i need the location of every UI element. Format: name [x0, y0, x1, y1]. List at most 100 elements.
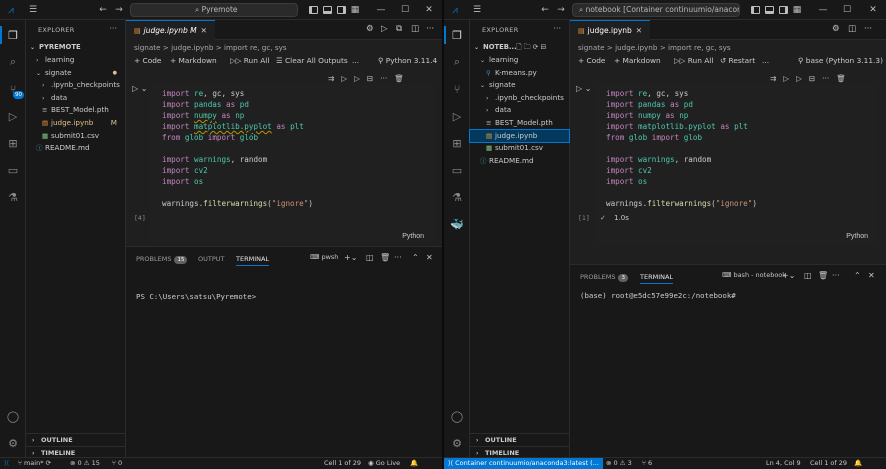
outline-section[interactable]: › OUTLINE	[26, 433, 125, 445]
delete-cell-icon[interactable]: 🗑	[836, 74, 846, 83]
maximize-panel-icon[interactable]: ⌃	[412, 253, 419, 262]
cursor-position[interactable]: Ln 4, Col 9	[766, 458, 801, 469]
run-all-button[interactable]: ▷▷ Run All	[674, 54, 713, 68]
file-tree-item[interactable]: ≡ BEST_Model.pth	[470, 117, 569, 129]
docker-icon[interactable]: 🐳	[449, 216, 465, 232]
ports-status[interactable]: ⑂ 0	[112, 458, 122, 469]
code-editor[interactable]: import re, gc, sys import pandas as pd imp…	[150, 84, 434, 244]
forward-arrow-icon[interactable]: →	[554, 3, 568, 17]
problems-status[interactable]: ⊗ 0 ⚠ 3	[606, 458, 632, 469]
close-panel-icon[interactable]: ✕	[868, 271, 875, 280]
more-icon[interactable]: ···	[822, 74, 829, 83]
run-all-button[interactable]: ▷▷ Run All	[230, 54, 269, 68]
close-tab-icon[interactable]: ✕	[201, 26, 207, 35]
close-tab-icon[interactable]: ✕	[636, 26, 642, 35]
file-tree-item[interactable]: › learning	[26, 54, 125, 66]
testing-icon[interactable]: ⚗	[449, 189, 465, 205]
breadcrumb[interactable]: signate > judge.ipynb > import re, gc, s…	[134, 42, 442, 53]
tab-terminal[interactable]: TERMINAL	[640, 271, 674, 284]
breadcrumb[interactable]: signate > judge.ipynb > import re, gc, s…	[578, 42, 886, 53]
more-actions-icon[interactable]: ···	[109, 24, 117, 33]
toggle-sidebar-icon[interactable]	[306, 3, 320, 17]
file-tree-item[interactable]: › .ipynb_checkpoints	[470, 92, 569, 104]
new-folder-icon[interactable]: 🗀	[524, 43, 531, 51]
run-cell-button[interactable]: ▷ ⌄	[576, 84, 591, 93]
manage-gear-icon[interactable]: ⚙	[449, 435, 465, 451]
file-tree-item[interactable]: ⓘ README.md	[470, 155, 569, 167]
run-debug-icon[interactable]: ▷	[449, 108, 465, 124]
add-code-cell-button[interactable]: + Code	[578, 54, 605, 68]
delete-cell-icon[interactable]: 🗑	[394, 74, 404, 83]
workspace-root[interactable]: ⌄ NOTEB... 🗋 🗀 ⟳ ⊟	[470, 41, 569, 53]
file-tree-item[interactable]: ▦ submit01.csv	[470, 142, 569, 154]
remote-container-indicator[interactable]: ⟩⟨ Container continuumio/anaconda3:lates…	[444, 458, 603, 469]
tab-terminal[interactable]: TERMINAL	[236, 253, 270, 266]
code-cell[interactable]: import re, gc, sys import pandas as pd imp…	[150, 84, 434, 244]
file-tree-item[interactable]: ⌄ learning	[470, 54, 569, 66]
command-center-search[interactable]: ⌕ Pyremote	[130, 3, 298, 17]
file-tree-item[interactable]: ▤ judge.ipynb	[469, 128, 570, 143]
split-terminal-icon[interactable]: ◫	[804, 271, 812, 280]
add-code-cell-button[interactable]: + Code	[134, 54, 161, 68]
go-live-button[interactable]: ◉ Go Live	[368, 458, 400, 469]
forward-arrow-icon[interactable]: →	[112, 3, 126, 17]
close-window-icon[interactable]: ✕	[422, 3, 436, 17]
execute-above-icon[interactable]: ▷	[783, 74, 789, 83]
minimize-icon[interactable]: —	[816, 3, 830, 17]
toggle-panel-icon[interactable]	[762, 3, 776, 17]
more-actions-icon[interactable]: ···	[864, 24, 872, 34]
split-editor-icon[interactable]: ◫	[411, 24, 419, 34]
new-file-icon[interactable]: 🗋	[516, 43, 521, 51]
refresh-icon[interactable]: ⟳	[533, 43, 539, 51]
split-cell-icon[interactable]: ⊟	[809, 74, 815, 83]
back-arrow-icon[interactable]: ←	[538, 3, 552, 17]
toggle-sidebar-icon[interactable]	[748, 3, 762, 17]
tab-problems[interactable]: PROBLEMS 3	[580, 271, 628, 283]
code-editor[interactable]: import re, gc, sys import pandas as pd imp…	[594, 84, 878, 244]
cell-position[interactable]: Cell 1 of 29	[810, 458, 847, 469]
menu-icon[interactable]: ☰	[26, 3, 40, 17]
remote-explorer-icon[interactable]: ▭	[449, 162, 465, 178]
account-icon[interactable]: ◯	[5, 408, 21, 424]
close-window-icon[interactable]: ✕	[866, 3, 880, 17]
minimize-icon[interactable]: —	[374, 3, 388, 17]
run-by-line-icon[interactable]: ⇉	[328, 74, 334, 83]
workspace-root[interactable]: ⌄ PYREMOTE	[26, 41, 125, 53]
execute-below-icon[interactable]: ▷	[354, 74, 360, 83]
new-terminal-icon[interactable]: +⌄	[782, 271, 795, 280]
terminal-shell-selector[interactable]: ⌨ pwsh	[310, 253, 338, 261]
maximize-icon[interactable]: ☐	[398, 3, 412, 17]
run-icon[interactable]: ▷	[381, 24, 388, 34]
remote-indicator[interactable]: ⟩⟨	[0, 458, 14, 469]
panel-more-icon[interactable]: ···	[394, 253, 402, 262]
code-cell[interactable]: import re, gc, sys import pandas as pd imp…	[594, 84, 878, 244]
testing-icon[interactable]: ⚗	[5, 189, 21, 205]
panel-more-icon[interactable]: ···	[832, 271, 840, 280]
open-changes-icon[interactable]: ⧉	[396, 24, 402, 34]
file-tree-item[interactable]: ⓘ README.md	[26, 142, 125, 154]
source-control-icon[interactable]: ⑂	[449, 81, 465, 97]
toggle-panel-icon[interactable]	[320, 3, 334, 17]
account-icon[interactable]: ◯	[449, 408, 465, 424]
terminal-shell-selector[interactable]: ⌨ bash - notebook	[722, 271, 786, 279]
search-icon[interactable]: ⌕	[449, 54, 465, 70]
back-arrow-icon[interactable]: ←	[96, 3, 110, 17]
more-actions-icon[interactable]: ···	[426, 24, 434, 34]
terminal-prompt[interactable]: (base) root@e5dc57e99e2c:/notebook#	[580, 291, 736, 300]
gear-icon[interactable]: ⚙	[366, 24, 374, 34]
customize-layout-icon[interactable]: ▦	[790, 3, 804, 17]
ports-status[interactable]: ⑂ 6	[642, 458, 652, 469]
maximize-icon[interactable]: ☐	[840, 3, 854, 17]
notifications-icon[interactable]: 🔔	[410, 458, 418, 469]
problems-status[interactable]: ⊗ 0 ⚠ 15	[70, 458, 100, 469]
kill-terminal-icon[interactable]: 🗑	[380, 253, 390, 262]
restart-kernel-button[interactable]: ↺ Restart	[720, 54, 755, 68]
execute-above-icon[interactable]: ▷	[341, 74, 347, 83]
file-tree-item[interactable]: ▤ judge.ipynb M	[26, 117, 125, 129]
kernel-picker[interactable]: ⚲ Python 3.11.4	[378, 54, 437, 68]
menu-icon[interactable]: ☰	[470, 3, 484, 17]
cell-language-label[interactable]: Python	[402, 233, 424, 240]
toolbar-more-button[interactable]: ...	[352, 54, 359, 68]
explorer-icon[interactable]: ❐	[449, 27, 465, 43]
cell-language-label[interactable]: Python	[846, 233, 868, 240]
